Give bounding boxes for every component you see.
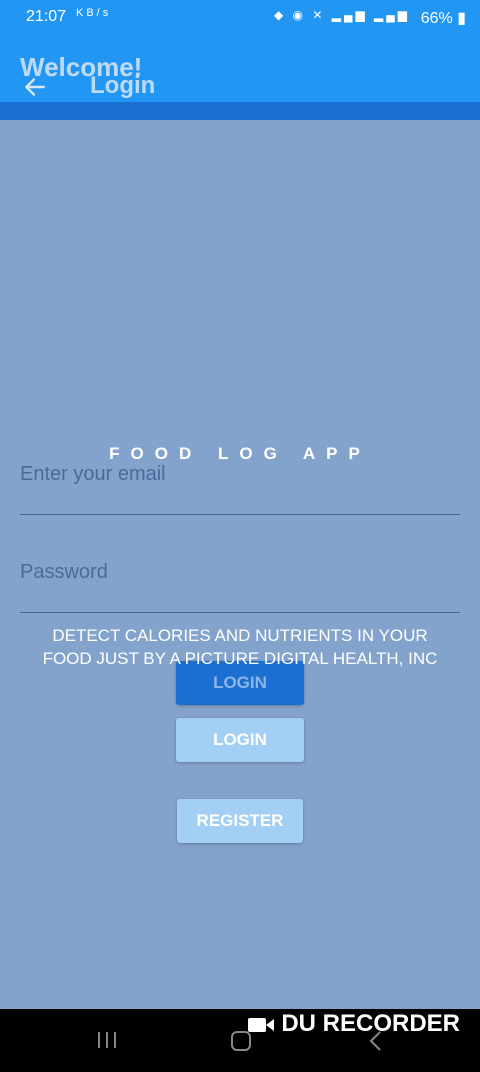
login-title: Login — [90, 72, 156, 99]
app-name: FOOD LOG APP — [109, 444, 371, 463]
back-arrow-icon[interactable] — [22, 74, 48, 100]
recorder-label: DU RECORDER — [281, 1010, 460, 1037]
status-time: 21:07 — [26, 8, 67, 25]
battery-percent: 66% — [420, 10, 453, 27]
register-button[interactable]: REGISTER — [177, 799, 303, 843]
network-speed-icon: KB/s — [76, 7, 112, 19]
email-underline — [20, 514, 460, 515]
status-bar: 21:07 KB/s ◆ ◉ ✕ ▂▄▆ ▂▄▆ 66% ▮ — [0, 0, 480, 32]
password-field[interactable]: Password — [20, 561, 108, 584]
battery-indicator: 66% ▮ — [421, 8, 466, 28]
tagline: DETECT CALORIES AND NUTRIENTS IN YOUR FO… — [42, 626, 438, 668]
video-camera-icon — [248, 1017, 275, 1032]
recorder-watermark: DU RECORDER — [247, 1010, 460, 1038]
app-bar-stripe — [0, 102, 480, 120]
battery-icon: ▮ — [457, 10, 466, 27]
signal-icon: ◆ ◉ ✕ ▂▄▆ ▂▄▆ — [273, 8, 410, 22]
password-underline — [20, 612, 460, 613]
recent-apps-icon[interactable] — [96, 1030, 118, 1050]
login-button[interactable]: LOGIN — [176, 718, 304, 762]
email-field[interactable]: Enter your email — [20, 463, 166, 486]
